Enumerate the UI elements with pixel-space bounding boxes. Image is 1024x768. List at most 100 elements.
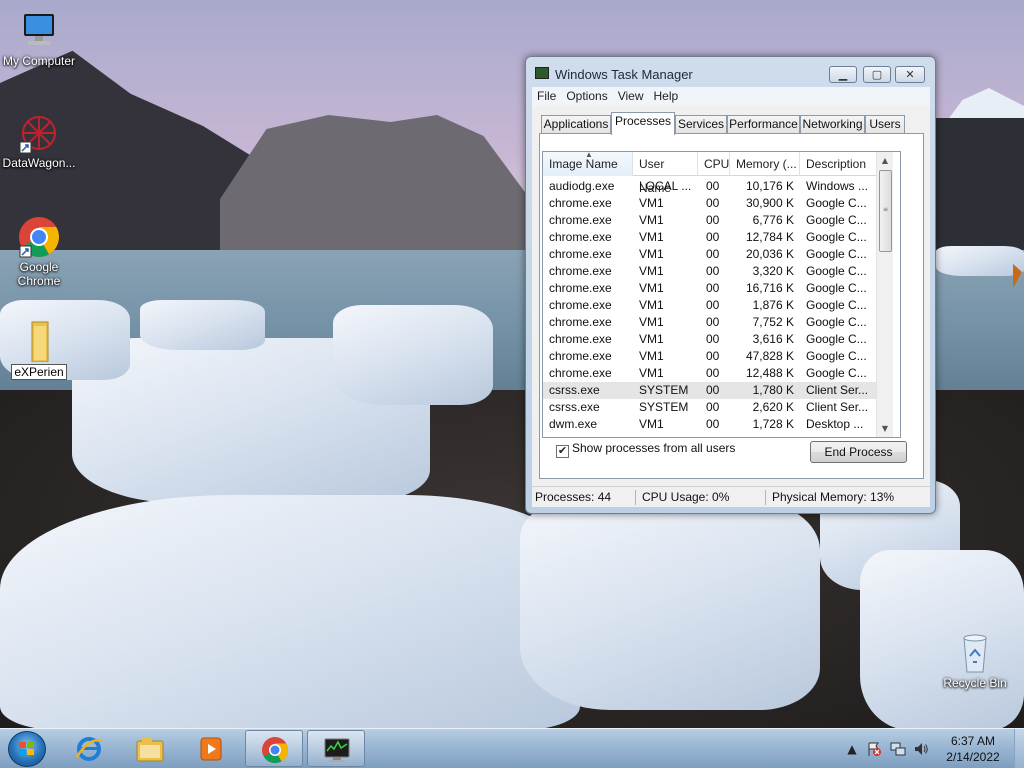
process-row[interactable]: csrss.exe SYSTEM 00 1,780 K Client Ser... (543, 382, 876, 399)
action-center-flag-icon[interactable] (866, 741, 882, 757)
desktop-icon-recycle-bin[interactable]: Recycle Bin (936, 632, 1014, 690)
show-hidden-icons-arrow-icon[interactable]: ▲ (844, 741, 860, 757)
status-processes: Processes: 44 (535, 490, 612, 504)
taskbar-windows-explorer[interactable] (121, 730, 179, 767)
show-all-users-checkbox[interactable]: ✔ Show processes from all users (556, 441, 735, 458)
menu-view[interactable]: View (613, 87, 649, 106)
menu-file[interactable]: File (532, 87, 561, 106)
process-row[interactable]: chrome.exe VM1 00 1,876 K Google C... (543, 297, 876, 314)
process-row[interactable]: csrss.exe SYSTEM 00 2,620 K Client Ser... (543, 399, 876, 416)
tab-services[interactable]: Services (675, 115, 727, 134)
process-user: LOCAL ... (639, 179, 692, 193)
desktop-icon-google-chrome[interactable]: Google Chrome (0, 216, 78, 288)
tab-applications[interactable]: Applications (541, 115, 611, 134)
internet-explorer-icon (75, 737, 103, 761)
process-row[interactable]: chrome.exe VM1 00 6,776 K Google C... (543, 212, 876, 229)
process-name: chrome.exe (549, 264, 612, 278)
start-button[interactable] (8, 731, 46, 767)
taskbar-google-chrome[interactable] (245, 730, 303, 767)
process-cpu: 00 (706, 230, 720, 244)
process-description: Desktop ... (806, 417, 864, 431)
desktop-icon-datawagon[interactable]: DataWagon... (0, 112, 78, 170)
process-row[interactable]: chrome.exe VM1 00 3,616 K Google C... (543, 331, 876, 348)
folder-icon (18, 320, 60, 363)
show-desktop-button[interactable] (1014, 729, 1024, 768)
system-clock[interactable]: 6:37 AM 2/14/2022 (936, 733, 1010, 765)
column-description[interactable]: Description (800, 152, 876, 176)
process-rows: audiodg.exe LOCAL ... 00 10,176 K Windows ..… (543, 178, 876, 433)
process-cpu: 00 (706, 332, 720, 346)
process-user: VM1 (639, 332, 664, 346)
process-row[interactable]: chrome.exe VM1 00 47,828 K Google C... (543, 348, 876, 365)
process-user: SYSTEM (639, 400, 689, 414)
process-cpu: 00 (706, 349, 720, 363)
minimize-button[interactable]: ▁ (829, 66, 857, 83)
end-process-button[interactable]: End Process (810, 441, 907, 463)
mouse-cursor-icon (1013, 264, 1022, 288)
process-cpu: 00 (706, 383, 720, 397)
process-list[interactable]: ▲ Image Name User Name CPU Memory (... De… (542, 151, 901, 438)
title-bar[interactable]: Windows Task Manager ▁ ▢ ✕ (526, 57, 935, 87)
volume-icon[interactable] (913, 741, 929, 757)
scroll-down-arrow-icon[interactable]: ▼ (877, 420, 893, 437)
process-cpu: 00 (706, 213, 720, 227)
menu-help[interactable]: Help (649, 87, 684, 106)
process-cpu: 00 (706, 315, 720, 329)
menu-options[interactable]: Options (561, 87, 612, 106)
vertical-scrollbar[interactable]: ▲ ≡ ▼ (876, 152, 893, 437)
tab-users[interactable]: Users (865, 115, 905, 134)
process-user: VM1 (639, 264, 664, 278)
column-image-name[interactable]: ▲ Image Name (543, 152, 633, 176)
process-row[interactable]: chrome.exe VM1 00 7,752 K Google C... (543, 314, 876, 331)
scroll-up-arrow-icon[interactable]: ▲ (877, 152, 893, 169)
scroll-thumb[interactable]: ≡ (879, 170, 892, 252)
process-row[interactable]: audiodg.exe LOCAL ... 00 10,176 K Windows ..… (543, 178, 876, 195)
process-row[interactable]: dwm.exe VM1 00 1,728 K Desktop ... (543, 416, 876, 433)
process-name: csrss.exe (549, 400, 600, 414)
process-description: Google C... (806, 315, 867, 329)
desktop-icon-my-computer[interactable]: My Computer (0, 10, 78, 68)
process-row[interactable]: chrome.exe VM1 00 30,900 K Google C... (543, 195, 876, 212)
column-memory[interactable]: Memory (... (730, 152, 800, 176)
process-row[interactable]: chrome.exe VM1 00 20,036 K Google C... (543, 246, 876, 263)
checkbox-check-icon[interactable]: ✔ (556, 445, 569, 458)
task-manager-window[interactable]: Windows Task Manager ▁ ▢ ✕ File Options Vi… (525, 56, 936, 514)
column-cpu[interactable]: CPU (698, 152, 730, 176)
taskbar-media-player[interactable] (182, 730, 240, 767)
computer-icon (18, 10, 60, 52)
tab-processes[interactable]: Processes (611, 112, 675, 135)
status-bar: Processes: 44 CPU Usage: 0% Physical Mem… (532, 486, 930, 507)
process-memory: 1,876 K (752, 298, 794, 312)
process-description: Google C... (806, 230, 867, 244)
process-memory: 6,776 K (752, 213, 794, 227)
network-icon[interactable] (890, 741, 906, 757)
process-memory: 3,320 K (752, 264, 794, 278)
taskbar-task-manager[interactable] (307, 730, 365, 767)
process-user: VM1 (639, 349, 664, 363)
datawagon-icon (18, 112, 60, 154)
process-user: VM1 (639, 247, 664, 261)
process-row[interactable]: chrome.exe VM1 00 12,784 K Google C... (543, 229, 876, 246)
desktop-icon-experien[interactable]: eXPerien (0, 320, 78, 380)
tab-performance[interactable]: Performance (727, 115, 800, 134)
tab-networking[interactable]: Networking (800, 115, 865, 134)
close-button[interactable]: ✕ (895, 66, 925, 83)
process-cpu: 00 (706, 247, 720, 261)
process-row[interactable]: chrome.exe VM1 00 16,716 K Google C... (543, 280, 876, 297)
show-all-users-label: Show processes from all users (572, 441, 736, 455)
process-list-header: ▲ Image Name User Name CPU Memory (... De… (543, 152, 876, 195)
process-description: Google C... (806, 298, 867, 312)
process-name: csrss.exe (549, 383, 600, 397)
process-cpu: 00 (706, 298, 720, 312)
taskbar: ▲ 6:37 AM 2/14/2022 (0, 728, 1024, 768)
clock-date: 2/14/2022 (946, 750, 1000, 764)
process-row[interactable]: chrome.exe VM1 00 12,488 K Google C... (543, 365, 876, 382)
process-row[interactable]: chrome.exe VM1 00 3,320 K Google C... (543, 263, 876, 280)
maximize-button[interactable]: ▢ (863, 66, 891, 83)
column-user-name[interactable]: User Name (633, 152, 698, 195)
clock-time: 6:37 AM (950, 734, 996, 748)
taskbar-internet-explorer[interactable] (60, 730, 118, 767)
process-memory: 20,036 K (745, 247, 794, 261)
process-description: Google C... (806, 281, 867, 295)
process-memory: 1,728 K (752, 417, 794, 431)
